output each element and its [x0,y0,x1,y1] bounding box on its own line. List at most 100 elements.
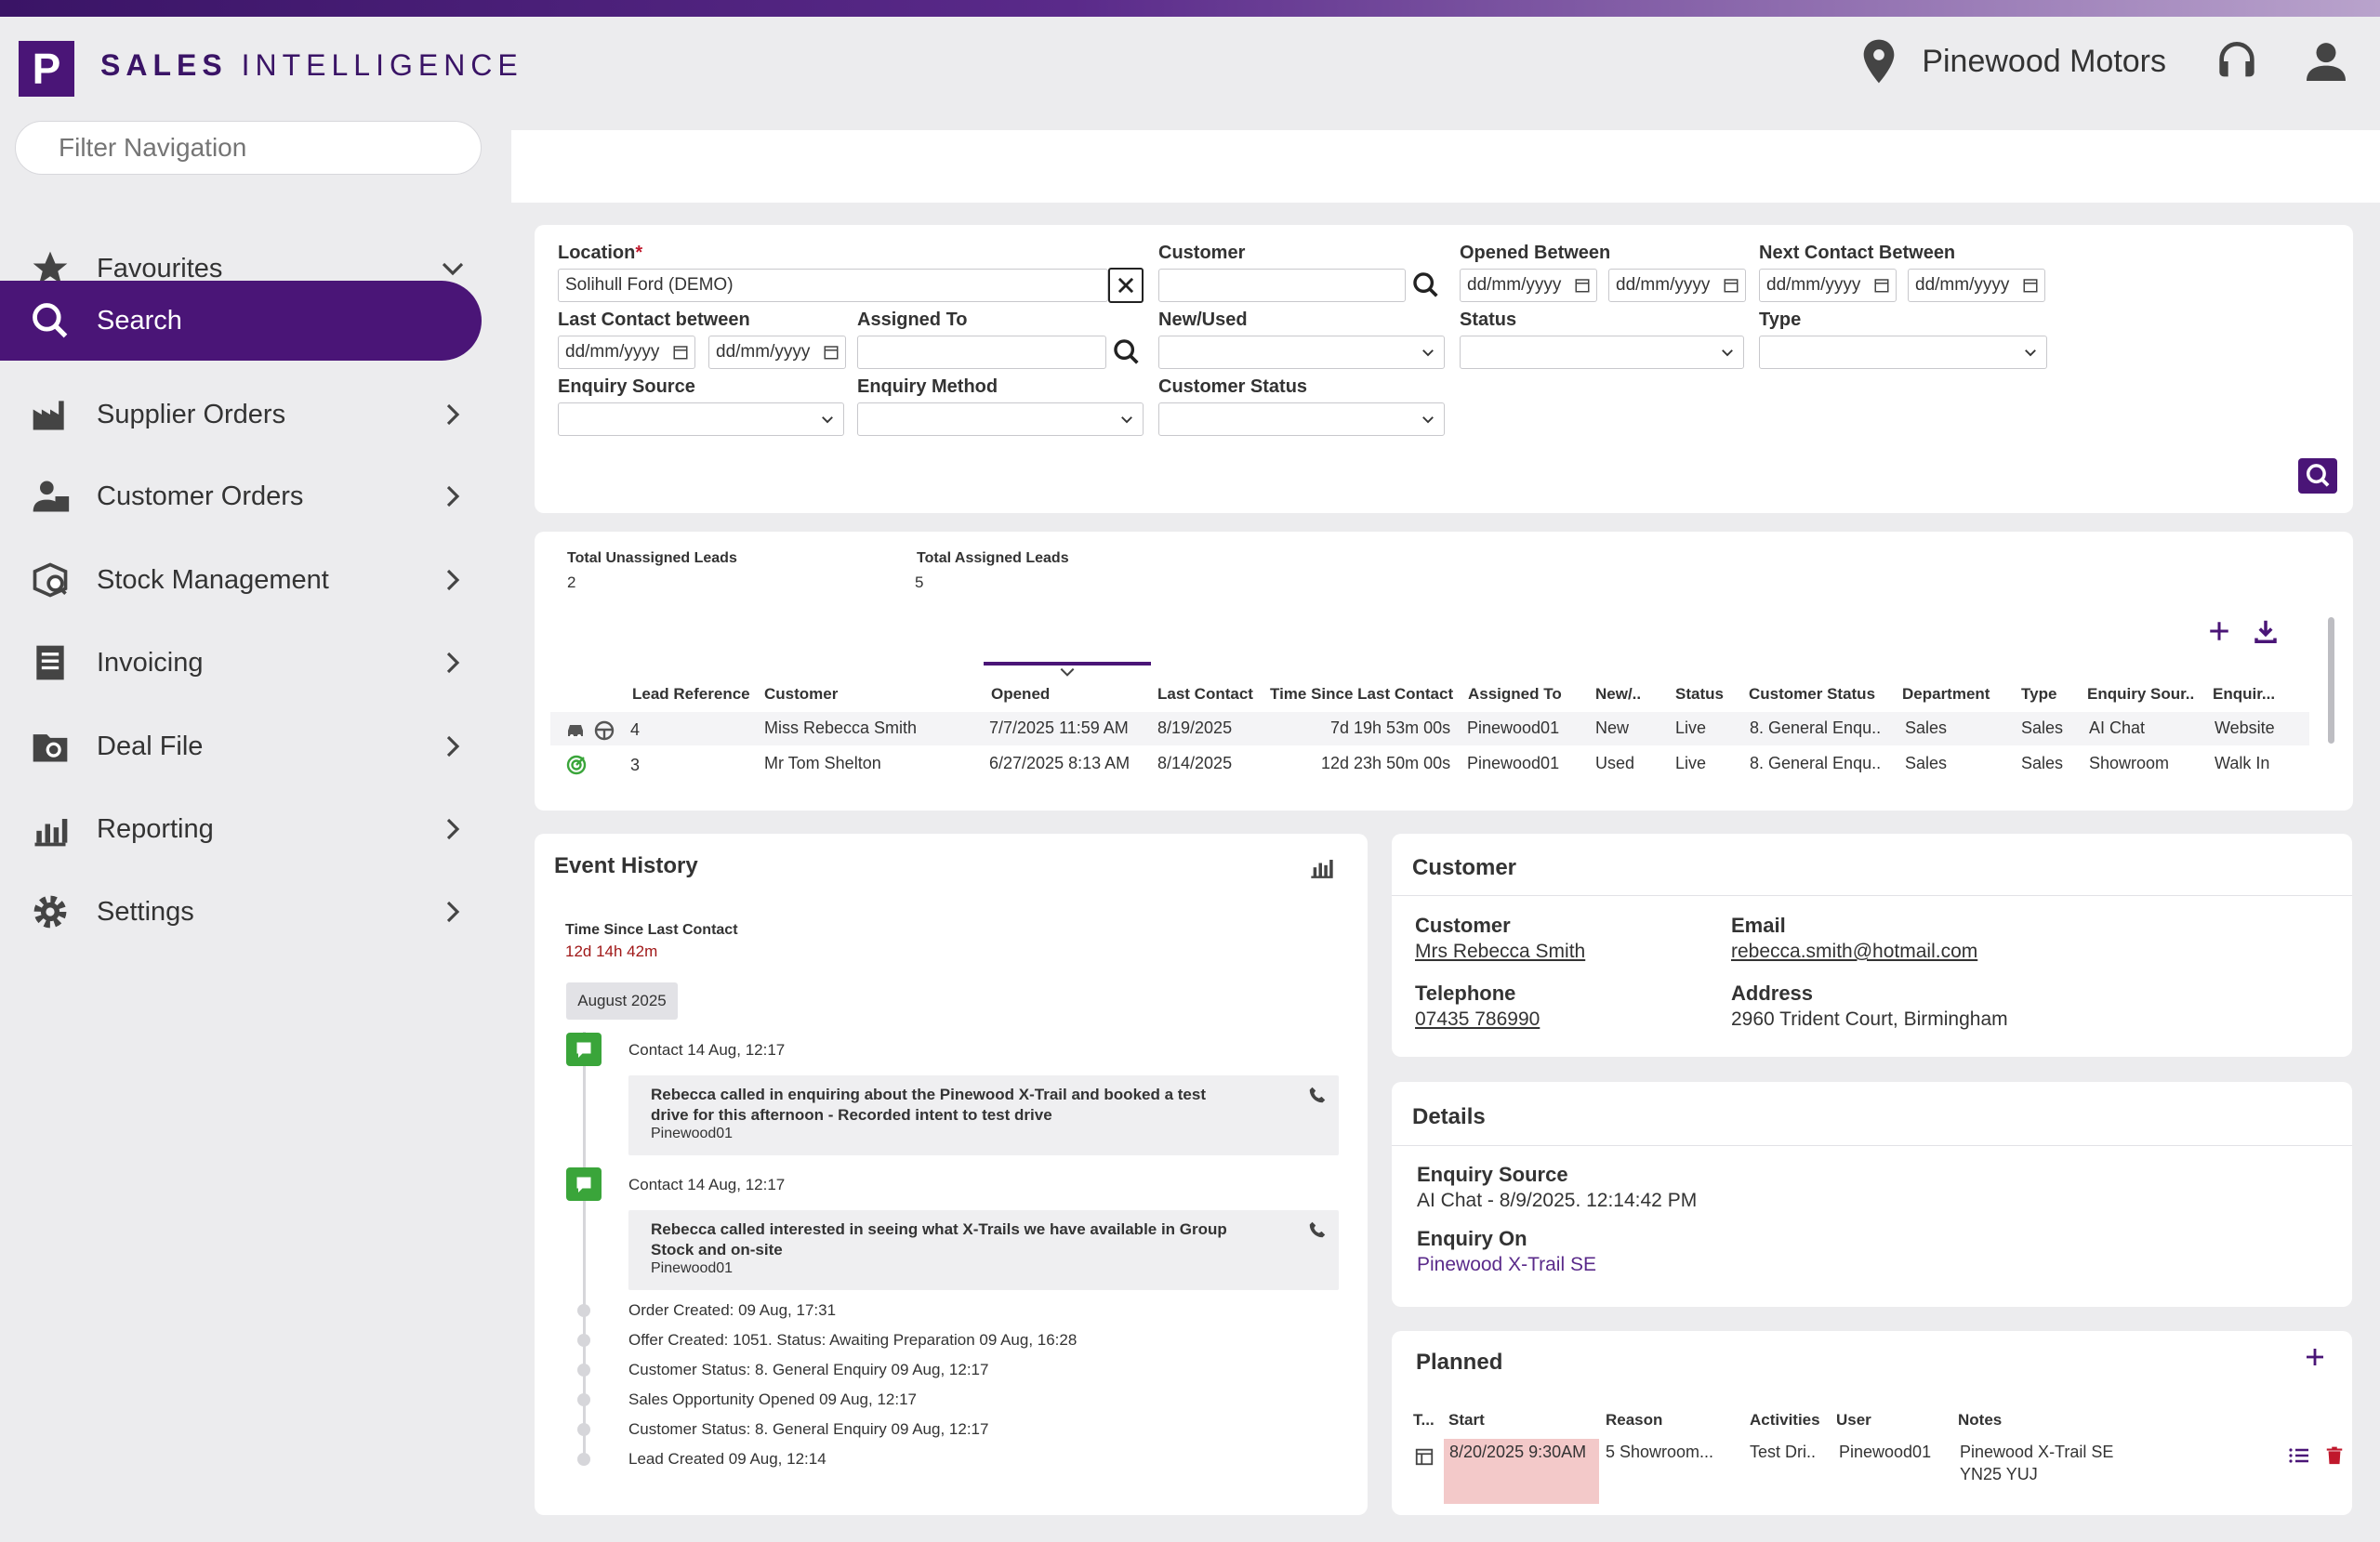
gear-icon [33,895,67,929]
last-contact-from-input[interactable]: dd/mm/yyyy [558,336,695,369]
col-assigned-to[interactable]: Assigned To [1468,685,1562,704]
col-status[interactable]: Status [1675,685,1724,704]
sidebar-item-stock-management[interactable]: Stock Management [0,540,482,620]
cell-customer-status: 8. General Enqu.. [1750,754,1882,772]
add-planned-icon[interactable] [2304,1346,2326,1368]
contact-event-card[interactable]: Rebecca called in enquiring about the Pi… [628,1075,1339,1155]
sort-down-icon[interactable] [1058,666,1077,679]
customer-search-icon[interactable] [1409,270,1443,301]
sidebar: Favourites Search Supplier Orders Custom… [0,112,497,1542]
steering-wheel-icon [594,720,615,741]
planned-col-activities[interactable]: Activities [1750,1411,1820,1430]
col-type[interactable]: Type [2021,685,2056,704]
location-label: Location* [558,243,643,263]
enquiry-source-select[interactable] [558,402,844,436]
opened-from-input[interactable]: dd/mm/yyyy [1460,269,1597,302]
col-customer-status[interactable]: Customer Status [1749,685,1875,704]
delete-icon[interactable] [2324,1444,2345,1467]
calendar-icon[interactable] [672,344,689,361]
sidebar-item-search[interactable]: Search [0,281,482,361]
event-item: Customer Status: 8. General Enquiry 09 A… [628,1361,989,1378]
col-department[interactable]: Department [1902,685,1990,704]
download-icon[interactable] [2252,617,2280,645]
next-contact-from-input[interactable]: dd/mm/yyyy [1759,269,1897,302]
next-contact-label: Next Contact Between [1759,243,1956,263]
clear-location-button[interactable] [1108,268,1144,303]
calendar-icon[interactable] [1723,277,1739,294]
divider [1392,1145,2352,1146]
status-select[interactable] [1460,336,1744,369]
calendar-icon [1415,1448,1434,1466]
top-accent-bar [0,0,2380,17]
opened-to-input[interactable]: dd/mm/yyyy [1608,269,1746,302]
enquiry-on-value[interactable]: Pinewood X-Trail SE [1417,1254,1596,1276]
contact-event-icon [566,1033,602,1066]
planned-col-notes[interactable]: Notes [1958,1411,2002,1430]
search-icon [2306,464,2330,487]
calendar-icon[interactable] [2022,277,2039,294]
cell-last-contact: 8/19/2025 [1157,718,1233,737]
run-search-button[interactable] [2298,458,2337,494]
phone-icon [1309,1087,1326,1103]
last-contact-to-input[interactable]: dd/mm/yyyy [708,336,846,369]
dealership-name[interactable]: Pinewood Motors [1922,44,2166,80]
col-lead-reference[interactable]: Lead Reference [632,685,750,704]
chevron-right-icon [446,901,460,923]
chevron-down-icon [1422,349,1434,357]
chevron-down-icon [2025,349,2036,357]
divider [1392,895,2352,896]
calendar-icon[interactable] [1873,277,1890,294]
user-account-icon[interactable] [2300,35,2352,87]
list-icon[interactable] [2287,1444,2311,1467]
sidebar-item-customer-orders[interactable]: Customer Orders [0,456,482,536]
customer-name-link[interactable]: Mrs Rebecca Smith [1415,941,1585,963]
col-time-since-last-contact[interactable]: Time Since Last Contact [1270,685,1453,704]
enquiry-method-select[interactable] [857,402,1144,436]
planned-col-start[interactable]: Start [1448,1411,1485,1430]
sidebar-item-supplier-orders[interactable]: Supplier Orders [0,375,482,455]
event-item: Customer Status: 8. General Enquiry 09 A… [628,1420,989,1438]
col-last-contact[interactable]: Last Contact [1157,685,1253,704]
calendar-icon[interactable] [823,344,840,361]
assigned-search-icon[interactable] [1110,336,1144,368]
col-new-used[interactable]: New/.. [1595,685,1641,704]
telephone-link[interactable]: 07435 786990 [1415,1008,1540,1031]
table-scrollbar[interactable] [2328,617,2334,744]
planned-col-type[interactable]: T... [1413,1411,1435,1430]
assigned-to-input[interactable] [857,336,1106,369]
chart-icon[interactable] [1309,853,1335,879]
planned-col-reason[interactable]: Reason [1606,1411,1662,1430]
enquiry-source-detail-label: Enquiry Source [1417,1163,1568,1186]
new-used-select[interactable] [1158,336,1445,369]
cell-status: Live [1675,754,1707,772]
sidebar-item-deal-file[interactable]: Deal File [0,706,482,786]
cell-customer: Mr Tom Shelton [764,754,881,772]
email-link[interactable]: rebecca.smith@hotmail.com [1731,941,1977,963]
contact-event-card[interactable]: Rebecca called interested in seeing what… [628,1210,1339,1290]
col-enquiry-method[interactable]: Enquir... [2213,685,2275,704]
sidebar-item-invoicing[interactable]: Invoicing [0,623,482,703]
location-pin-icon[interactable] [1853,35,1905,87]
add-lead-icon[interactable] [2207,619,2231,643]
filter-navigation-input[interactable] [15,121,482,175]
event-item: Order Created: 09 Aug, 17:31 [628,1301,837,1319]
col-customer[interactable]: Customer [764,685,838,704]
col-enquiry-source[interactable]: Enquiry Sour.. [2087,685,2194,704]
contact-event-user: Pinewood01 [651,1260,734,1276]
planned-col-user[interactable]: User [1836,1411,1871,1430]
customer-search-input[interactable] [1158,269,1406,302]
sidebar-item-reporting[interactable]: Reporting [0,789,482,869]
sidebar-item-settings[interactable]: Settings [0,872,482,952]
calendar-icon[interactable] [1574,277,1591,294]
location-input[interactable]: Solihull Ford (DEMO) [558,269,1108,302]
type-select[interactable] [1759,336,2047,369]
next-contact-to-input[interactable]: dd/mm/yyyy [1908,269,2045,302]
customer-status-select[interactable] [1158,402,1445,436]
headset-icon[interactable] [2211,35,2263,87]
planned-notes-line2: YN25 YUJ [1960,1465,2038,1483]
planned-activities: Test Dri.. [1750,1443,1817,1461]
chat-icon [576,1042,591,1058]
cell-customer-status: 8. General Enqu.. [1750,718,1882,737]
col-opened[interactable]: Opened [991,685,1050,704]
chevron-down-icon[interactable] [439,255,467,283]
